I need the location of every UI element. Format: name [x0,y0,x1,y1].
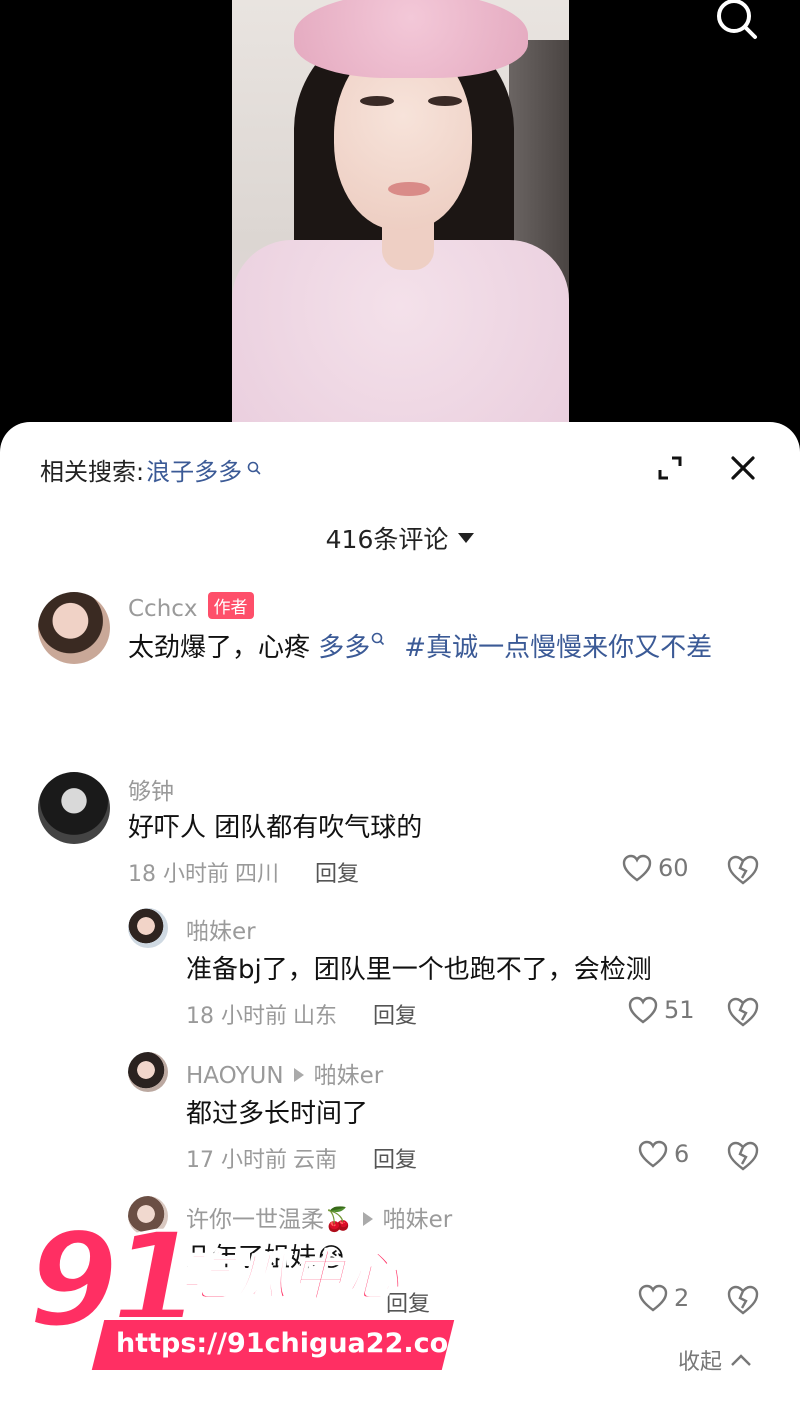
comment-text[interactable]: 准备bj了，团队里一个也跑不了，会检测 [186,948,766,992]
broken-heart-icon [727,1285,759,1315]
reply-button[interactable]: 回复 [315,862,359,887]
dislike-button[interactable] [726,1284,760,1316]
heart-icon [622,854,652,882]
search-icon [717,0,757,39]
watermark-url: https://91chigua22.com [116,1328,477,1359]
username[interactable]: Cchcx 作者 [128,592,254,622]
dislike-button[interactable] [726,996,760,1028]
like-button[interactable]: 51 [628,996,695,1024]
related-search-label: 相关搜索: [40,457,145,486]
author-badge: 作者 [207,592,254,619]
expand-button[interactable] [654,452,686,484]
comment-count: 416条评论 [325,525,449,554]
video-subject-headband [294,0,528,78]
reply-to-username[interactable]: 啪妹er [314,1063,384,1089]
comment-location: 四川 [235,862,280,887]
comment-text[interactable]: 好吓人 团队都有吹气球的 [128,806,748,850]
comment-text[interactable]: 都过多长时间了 [186,1092,766,1136]
search-icon [247,461,261,475]
dislike-button[interactable] [726,854,760,886]
broken-heart-icon [727,855,759,885]
reply-item: HAOYUN 啪妹er 都过多长时间了 17 小时前 云南 回复 6 [0,1052,800,1174]
comment-text[interactable]: 太劲爆了，心疼 多多 #真诚一点慢慢来你又不差 [128,626,768,670]
reply-button[interactable]: 回复 [373,1004,417,1029]
reply-item: 啪妹er 准备bj了，团队里一个也跑不了，会检测 18 小时前 山东 回复 51 [0,908,800,1030]
watermark-title: 吃瓜中心 [177,1244,402,1309]
related-search-term[interactable]: 浪子多多 [146,452,242,487]
watermark-logo: 91 吃瓜中心 https://91chigua22.com [27,1203,476,1390]
reply-button[interactable]: 回复 [373,1148,417,1173]
caret-down-icon [458,533,475,543]
avatar[interactable] [128,1052,168,1092]
like-button[interactable]: 2 [638,1284,689,1312]
username[interactable]: 够钟 [128,772,174,806]
video-player[interactable] [0,0,800,440]
mention-link[interactable]: 多多 [318,632,404,663]
search-icon [371,632,385,646]
comment-time: 17 小时前 [186,1148,287,1173]
avatar[interactable] [128,908,168,948]
video-subject-lips [388,182,430,196]
avatar[interactable] [38,592,110,664]
collapse-label: 收起 [678,1350,723,1375]
like-count: 2 [674,1284,690,1312]
video-frame[interactable] [232,0,569,440]
like-count: 51 [664,996,695,1024]
username[interactable]: 啪妹er [186,912,256,946]
comment-item: Cchcx 作者 太劲爆了，心疼 多多 #真诚一点慢慢来你又不差 [0,592,800,712]
related-search[interactable]: 相关搜索: 浪子多多 [40,452,262,486]
comment-meta: 18 小时前 四川 回复 [128,856,359,888]
like-button[interactable]: 6 [638,1140,689,1168]
comment-location: 云南 [293,1148,338,1173]
comment-count-toggle[interactable]: 416条评论 [0,518,800,558]
like-count: 60 [658,854,689,882]
chevron-up-icon [731,1354,751,1366]
dislike-button[interactable] [726,1140,760,1172]
close-button[interactable] [727,452,759,484]
broken-heart-icon [727,997,759,1027]
comment-time: 18 小时前 [128,862,229,887]
video-subject-eye [428,96,462,106]
video-subject-eye [360,96,394,106]
expand-icon [658,456,682,480]
broken-heart-icon [727,1141,759,1171]
reply-arrow-icon [293,1068,304,1082]
video-subject-body [232,240,569,440]
comment-location: 山东 [293,1004,338,1029]
username[interactable]: HAOYUN 啪妹er [186,1056,383,1090]
comment-meta: 18 小时前 山东 回复 [186,998,417,1030]
comment-time: 18 小时前 [186,1004,287,1029]
comment-item: 够钟 好吓人 团队都有吹气球的 18 小时前 四川 回复 60 [0,772,800,892]
avatar[interactable] [38,772,110,844]
search-button[interactable] [714,0,760,40]
like-button[interactable]: 60 [622,854,689,882]
heart-icon [638,1140,668,1168]
comment-meta: 17 小时前 云南 回复 [186,1142,417,1174]
like-count: 6 [674,1140,690,1168]
close-icon [731,456,755,480]
collapse-replies-button[interactable]: 收起 [678,1344,752,1376]
heart-icon [628,996,658,1024]
heart-icon [638,1284,668,1312]
hashtag-link[interactable]: #真诚一点慢慢来你又不差 [404,633,712,663]
